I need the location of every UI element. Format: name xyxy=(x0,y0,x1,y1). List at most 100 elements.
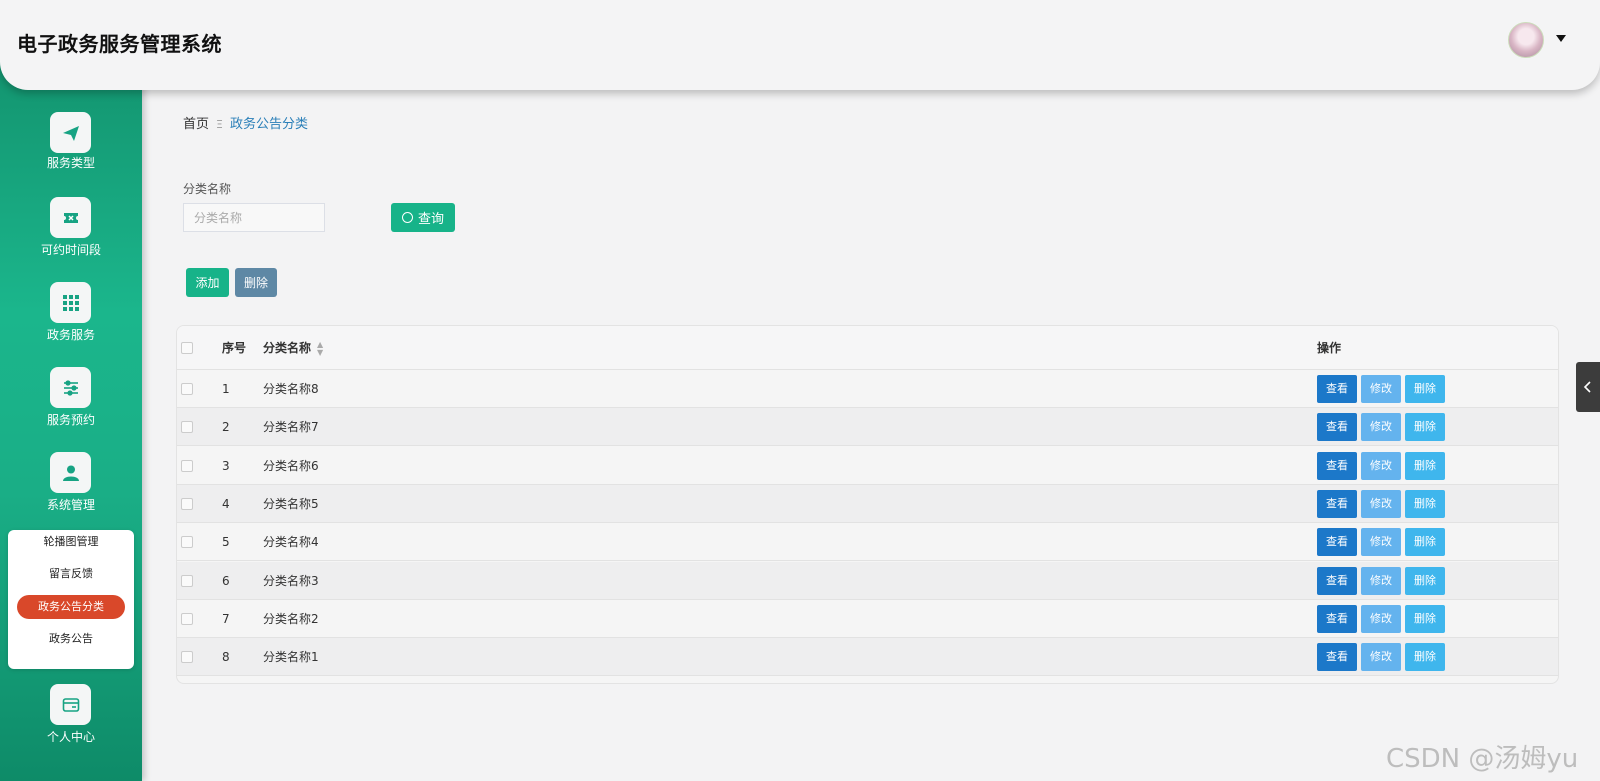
row-index: 3 xyxy=(222,458,230,473)
sidebar-item-label: 服务类型 xyxy=(46,156,95,170)
row-checkbox[interactable] xyxy=(181,536,193,549)
row-index: 4 xyxy=(222,496,230,511)
row-category-name: 分类名称4 xyxy=(263,535,319,550)
edit-button[interactable]: 修改 xyxy=(1361,528,1401,557)
delete-button[interactable]: 删除 xyxy=(1405,604,1445,633)
grid-icon xyxy=(50,282,91,323)
query-button-label: 查询 xyxy=(417,212,444,227)
view-button[interactable]: 查看 xyxy=(1317,604,1357,633)
sidebar-item-time-slots[interactable]: 可约时间段 xyxy=(0,197,142,257)
watermark: CSDN @汤姆yu xyxy=(1386,744,1579,774)
batch-delete-button[interactable]: 删除 xyxy=(235,268,277,297)
user-avatar[interactable] xyxy=(1508,22,1544,58)
sidebar-item-label: 可约时间段 xyxy=(40,243,101,257)
sort-icon[interactable]: ▲ ▼ xyxy=(317,340,323,357)
query-button[interactable]: 查询 xyxy=(391,203,455,232)
table-row: 8 分类名称1 查看 修改 删除 xyxy=(177,638,1558,677)
edit-button[interactable]: 修改 xyxy=(1361,643,1401,672)
row-checkbox[interactable] xyxy=(181,383,193,395)
view-button[interactable]: 查看 xyxy=(1317,451,1357,480)
row-checkbox[interactable] xyxy=(181,497,193,510)
row-index: 8 xyxy=(222,650,230,665)
ticket-icon xyxy=(50,197,91,238)
delete-button[interactable]: 删除 xyxy=(1405,643,1445,672)
add-button[interactable]: 添加 xyxy=(186,268,229,297)
submenu-item-notice-category[interactable]: 政务公告分类 xyxy=(17,595,125,619)
submenu-item-notice[interactable]: 政务公告 xyxy=(8,627,134,651)
sidebar-item-system[interactable]: 系统管理 xyxy=(0,452,142,512)
sidebar-item-profile[interactable]: 个人中心 xyxy=(0,684,142,744)
sidebar: 服务类型 可约时间段 政务服务 服务预约 系统管理 个人中心 xyxy=(0,60,142,781)
search-icon xyxy=(401,212,413,223)
edit-button[interactable]: 修改 xyxy=(1361,451,1401,480)
delete-button[interactable]: 删除 xyxy=(1405,413,1445,442)
breadcrumb-home[interactable]: 首页 xyxy=(183,117,209,132)
sliders-icon xyxy=(50,367,91,408)
row-category-name: 分类名称2 xyxy=(263,611,319,626)
chevron-left-icon xyxy=(1583,381,1591,393)
sidebar-item-label: 政务服务 xyxy=(46,328,95,342)
breadcrumb-current: 政务公告分类 xyxy=(229,117,308,132)
column-header-name[interactable]: 分类名称 ▲ ▼ xyxy=(263,326,323,370)
collapse-panel-button[interactable] xyxy=(1576,362,1600,412)
card-icon xyxy=(50,684,91,725)
table-row: 6 分类名称3 查看 修改 删除 xyxy=(177,561,1558,600)
row-category-name: 分类名称8 xyxy=(263,382,319,396)
delete-button[interactable]: 删除 xyxy=(1405,489,1445,518)
view-button[interactable]: 查看 xyxy=(1317,643,1357,672)
row-index: 2 xyxy=(222,420,230,435)
sidebar-item-service-type[interactable]: 服务类型 xyxy=(0,112,142,172)
row-checkbox[interactable] xyxy=(181,612,193,625)
sidebar-item-appointment[interactable]: 服务预约 xyxy=(0,367,142,427)
table-row: 7 分类名称2 查看 修改 删除 xyxy=(177,600,1558,638)
breadcrumb: 首页 Ξ 政务公告分类 xyxy=(183,113,308,132)
breadcrumb-separator: Ξ xyxy=(216,118,223,131)
user-icon xyxy=(50,452,91,493)
row-index: 6 xyxy=(222,573,230,588)
row-category-name: 分类名称7 xyxy=(263,420,319,435)
sidebar-item-label: 系统管理 xyxy=(46,498,95,512)
row-category-name: 分类名称5 xyxy=(263,496,319,511)
column-header-actions: 操作 xyxy=(1317,341,1342,355)
delete-button[interactable]: 删除 xyxy=(1405,566,1445,595)
category-name-input[interactable] xyxy=(183,203,325,232)
system-submenu: 轮播图管理 留言反馈 政务公告分类 政务公告 xyxy=(8,530,134,669)
row-index: 1 xyxy=(222,382,230,396)
view-button[interactable]: 查看 xyxy=(1317,375,1357,403)
view-button[interactable]: 查看 xyxy=(1317,413,1357,442)
delete-button[interactable]: 删除 xyxy=(1405,528,1445,557)
app-title: 电子政务服务管理系统 xyxy=(17,32,222,56)
table-row: 3 分类名称6 查看 修改 删除 xyxy=(177,447,1558,485)
caret-down-icon[interactable] xyxy=(1556,35,1566,42)
view-button[interactable]: 查看 xyxy=(1317,489,1357,518)
table-row: 5 分类名称4 查看 修改 删除 xyxy=(177,523,1558,562)
row-checkbox[interactable] xyxy=(181,651,193,664)
send-icon xyxy=(50,112,91,153)
sidebar-item-gov-services[interactable]: 政务服务 xyxy=(0,282,142,342)
filter-label: 分类名称 xyxy=(183,182,232,196)
row-category-name: 分类名称1 xyxy=(263,650,319,665)
column-header-index: 序号 xyxy=(222,341,247,355)
view-button[interactable]: 查看 xyxy=(1317,566,1357,595)
category-table: 序号 分类名称 ▲ ▼ 操作 1 分类名称8 查看 修改 删除 2 分类名称7 查看 修改 删除 3 分类… xyxy=(176,325,1559,684)
view-button[interactable]: 查看 xyxy=(1317,528,1357,557)
submenu-item-feedback[interactable]: 留言反馈 xyxy=(8,562,134,586)
delete-button[interactable]: 删除 xyxy=(1405,375,1445,403)
row-category-name: 分类名称6 xyxy=(263,458,319,473)
delete-button[interactable]: 删除 xyxy=(1405,451,1445,480)
sidebar-item-label: 个人中心 xyxy=(46,730,95,744)
select-all-checkbox[interactable] xyxy=(181,342,193,354)
top-header: 电子政务服务管理系统 xyxy=(0,0,1600,90)
edit-button[interactable]: 修改 xyxy=(1361,413,1401,442)
submenu-item-carousel[interactable]: 轮播图管理 xyxy=(8,530,134,554)
edit-button[interactable]: 修改 xyxy=(1361,604,1401,633)
row-checkbox[interactable] xyxy=(181,574,193,587)
table-row: 1 分类名称8 查看 修改 删除 xyxy=(177,370,1558,408)
edit-button[interactable]: 修改 xyxy=(1361,566,1401,595)
sidebar-item-label: 服务预约 xyxy=(46,413,95,427)
row-checkbox[interactable] xyxy=(181,421,193,434)
edit-button[interactable]: 修改 xyxy=(1361,489,1401,518)
table-header: 序号 分类名称 ▲ ▼ 操作 xyxy=(177,326,1558,370)
row-checkbox[interactable] xyxy=(181,459,193,472)
edit-button[interactable]: 修改 xyxy=(1361,375,1401,403)
